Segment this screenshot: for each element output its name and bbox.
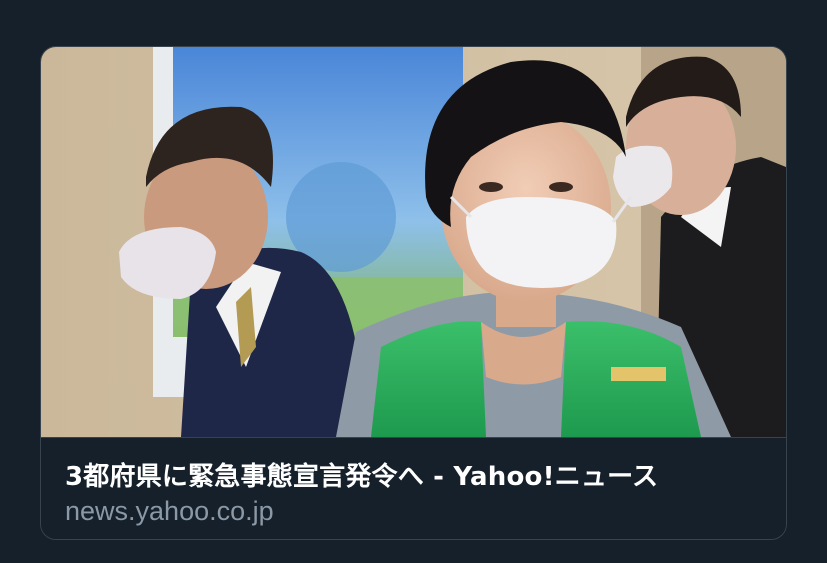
card-domain: news.yahoo.co.jp	[65, 496, 274, 526]
card-footer[interactable]: 3都府県に緊急事態宣言発令へ - Yahoo!ニュース news.yahoo.c…	[41, 437, 786, 539]
news-photo[interactable]	[41, 47, 786, 437]
link-preview-card[interactable]: 3都府県に緊急事態宣言発令へ - Yahoo!ニュース news.yahoo.c…	[40, 46, 787, 540]
name-badge	[611, 367, 666, 381]
card-title[interactable]: 3都府県に緊急事態宣言発令へ - Yahoo!ニュース	[65, 456, 658, 493]
